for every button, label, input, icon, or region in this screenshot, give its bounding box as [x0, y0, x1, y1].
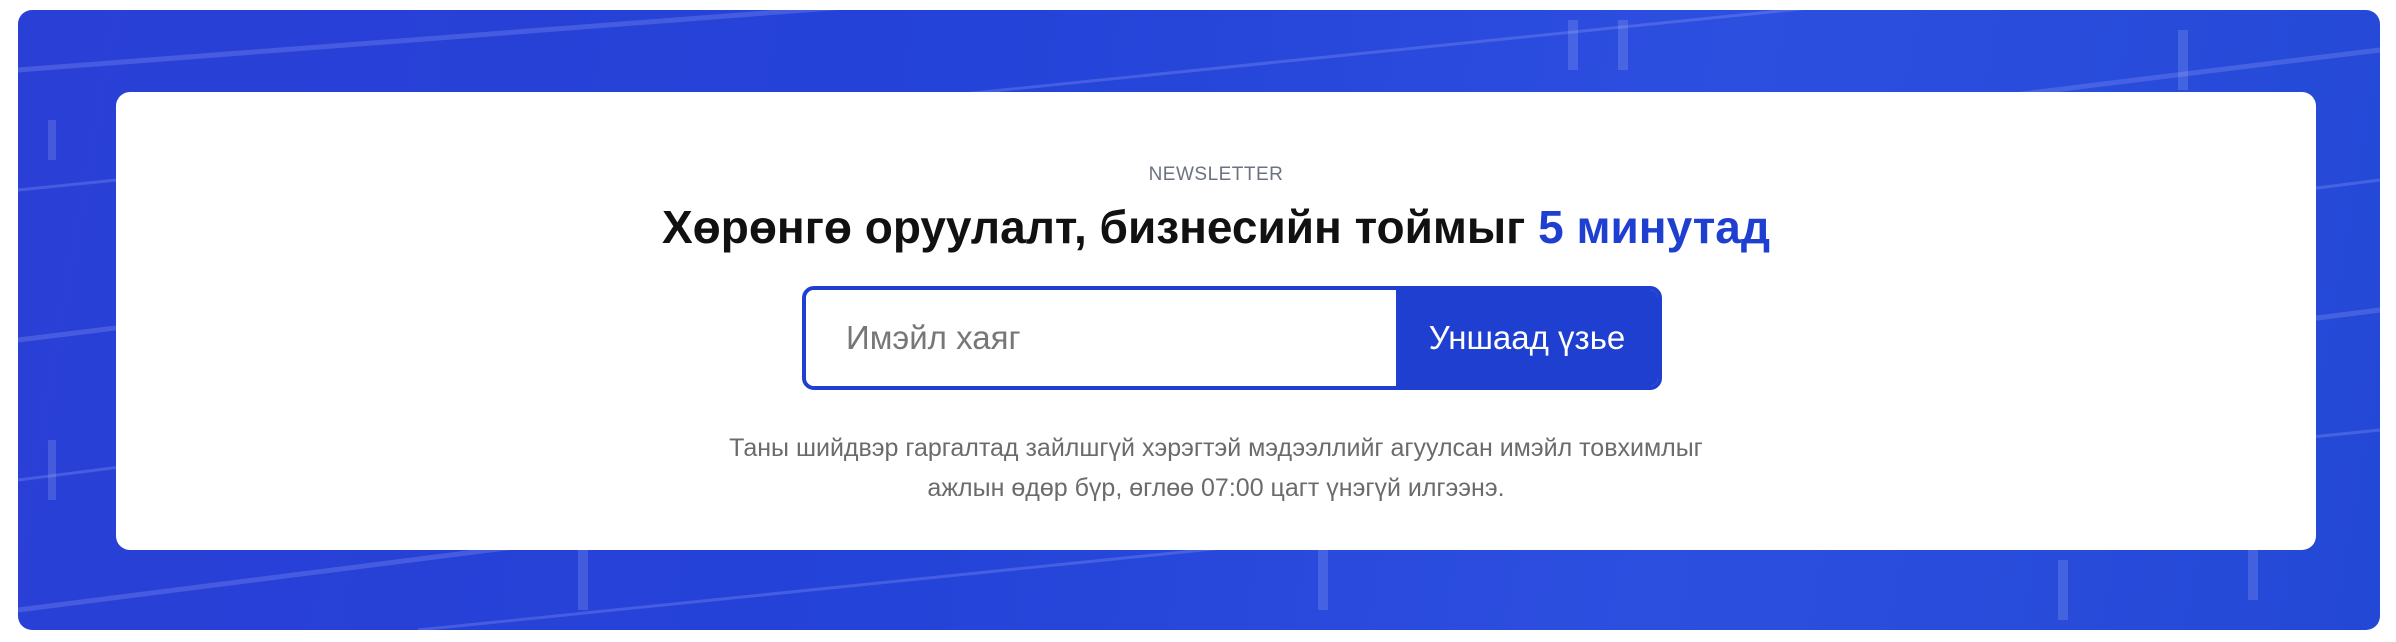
subscribe-button[interactable]: Уншаад үзье — [1396, 290, 1658, 386]
email-input[interactable] — [806, 290, 1396, 386]
headline-accent-text: 5 минутад — [1538, 201, 1771, 253]
description-line-1: Таны шийдвэр гаргалтад зайлшгүй хэрэгтэй… — [729, 434, 1703, 462]
headline-main-text: Хөрөнгө оруулалт, бизнесийн тоймыг — [661, 201, 1539, 253]
newsletter-headline: Хөрөнгө оруулалт, бизнесийн тоймыг 5 мин… — [116, 200, 2316, 254]
newsletter-banner: NEWSLETTER Хөрөнгө оруулалт, бизнесийн т… — [18, 10, 2380, 630]
subscribe-form: Уншаад үзье — [802, 286, 1662, 390]
description-line-2: ажлын өдөр бүр, өглөө 07:00 цагт үнэгүй … — [927, 474, 1505, 502]
newsletter-description: Таны шийдвэр гаргалтад зайлшгүй хэрэгтэй… — [116, 428, 2316, 508]
newsletter-eyebrow: NEWSLETTER — [1148, 164, 1284, 185]
newsletter-card: NEWSLETTER Хөрөнгө оруулалт, бизнесийн т… — [116, 92, 2316, 550]
